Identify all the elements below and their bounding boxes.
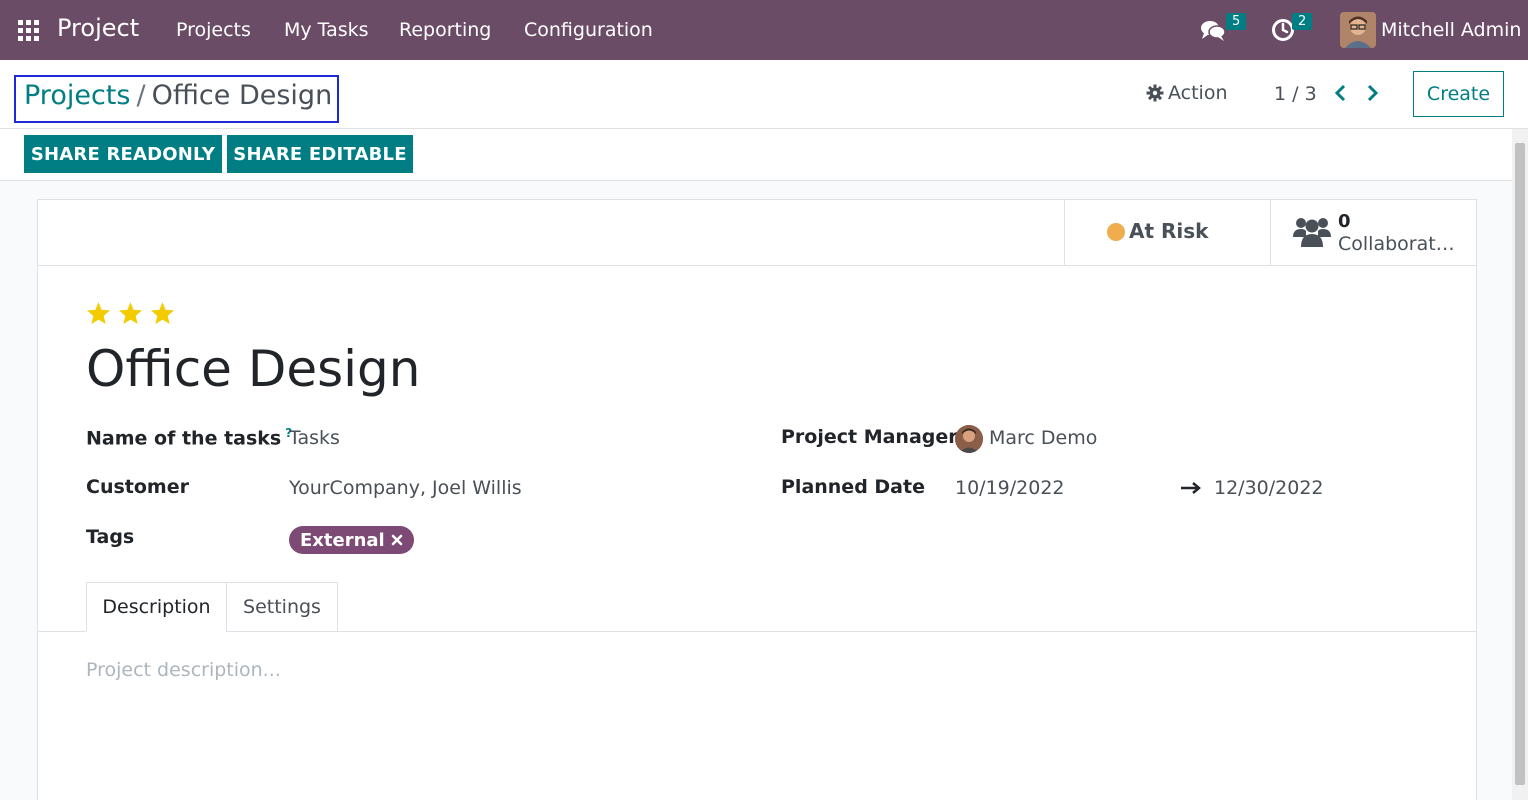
description-editor[interactable]: Project description... <box>86 659 281 681</box>
tag-remove-icon[interactable] <box>391 534 403 546</box>
user-avatar[interactable] <box>1340 12 1376 48</box>
action-dropdown-button[interactable]: Action <box>1146 82 1228 104</box>
breadcrumb: Projects / Office Design <box>24 80 332 111</box>
pager-previous-button[interactable] <box>1331 82 1351 104</box>
form-sheet: At Risk 0 Collaborat… Office Design Name… <box>37 199 1477 800</box>
user-name[interactable]: Mitchell Admin <box>1381 19 1521 41</box>
project-manager-label: Project Manager <box>781 426 958 448</box>
star-icon[interactable] <box>118 301 143 325</box>
share-readonly-button[interactable]: SHARE READONLY <box>24 135 222 173</box>
customer-label: Customer <box>86 476 189 498</box>
tab-settings[interactable]: Settings <box>226 582 338 632</box>
priority-stars[interactable] <box>86 301 175 325</box>
arrow-right-icon <box>1180 480 1202 500</box>
breadcrumb-current: Office Design <box>151 80 333 111</box>
planned-date-label: Planned Date <box>781 476 925 498</box>
pager-next-button[interactable] <box>1362 82 1382 104</box>
project-manager-field[interactable]: Marc Demo <box>989 427 1097 449</box>
scrollbar-thumb[interactable] <box>1515 143 1525 785</box>
name-of-tasks-label-text: Name of the tasks <box>86 427 282 450</box>
name-of-tasks-label: Name of the tasks? <box>86 426 292 449</box>
tags-label: Tags <box>86 526 135 548</box>
chevron-right-icon <box>1367 84 1379 102</box>
action-label: Action <box>1168 82 1228 104</box>
star-icon[interactable] <box>86 301 111 325</box>
manager-avatar <box>955 425 983 453</box>
breadcrumb-projects-link[interactable]: Projects <box>24 80 130 111</box>
activities-count-badge: 2 <box>1292 13 1313 30</box>
control-panel-divider <box>0 128 1528 129</box>
smart-button-box: At Risk 0 Collaborat… <box>38 200 1476 266</box>
menu-item-reporting[interactable]: Reporting <box>399 19 491 41</box>
status-dot-icon <box>1107 223 1125 241</box>
breadcrumb-separator: / <box>136 80 146 111</box>
users-icon <box>1293 218 1331 247</box>
planned-date-end-field[interactable]: 12/30/2022 <box>1214 477 1324 499</box>
tab-description[interactable]: Description <box>86 582 227 632</box>
chevron-left-icon <box>1334 84 1346 102</box>
control-panel: Projects / Office Design Action 1 / 3 Cr… <box>0 60 1528 181</box>
pager-value[interactable]: 1 / 3 <box>1274 83 1317 105</box>
status-button[interactable]: At Risk <box>1064 200 1270 265</box>
menu-item-projects[interactable]: Projects <box>176 19 251 41</box>
collaborators-button[interactable]: 0 Collaborat… <box>1270 200 1476 265</box>
tag-label: External <box>300 529 385 551</box>
messages-icon[interactable] <box>1200 18 1226 46</box>
share-editable-button[interactable]: SHARE EDITABLE <box>227 135 413 173</box>
vertical-scrollbar[interactable] <box>1512 129 1528 800</box>
app-brand[interactable]: Project <box>57 14 139 42</box>
tag-badge: External <box>289 526 414 554</box>
customer-field[interactable]: YourCompany, Joel Willis <box>289 477 522 499</box>
create-button[interactable]: Create <box>1413 71 1504 117</box>
collaborators-label: Collaborat… <box>1338 233 1455 255</box>
planned-date-start-field[interactable]: 10/19/2022 <box>955 477 1065 499</box>
menu-item-configuration[interactable]: Configuration <box>524 19 653 41</box>
menu-item-my-tasks[interactable]: My Tasks <box>284 19 369 41</box>
name-of-tasks-field[interactable]: Tasks <box>289 427 340 449</box>
top-navbar: Project Projects My Tasks Reporting Conf… <box>0 0 1528 60</box>
collaborators-count: 0 <box>1338 211 1351 232</box>
status-label: At Risk <box>1129 219 1209 243</box>
apps-menu-icon[interactable] <box>18 20 39 41</box>
project-title[interactable]: Office Design <box>86 340 420 398</box>
messages-count-badge: 5 <box>1226 13 1247 30</box>
star-icon[interactable] <box>150 301 175 325</box>
gear-icon <box>1146 84 1164 102</box>
